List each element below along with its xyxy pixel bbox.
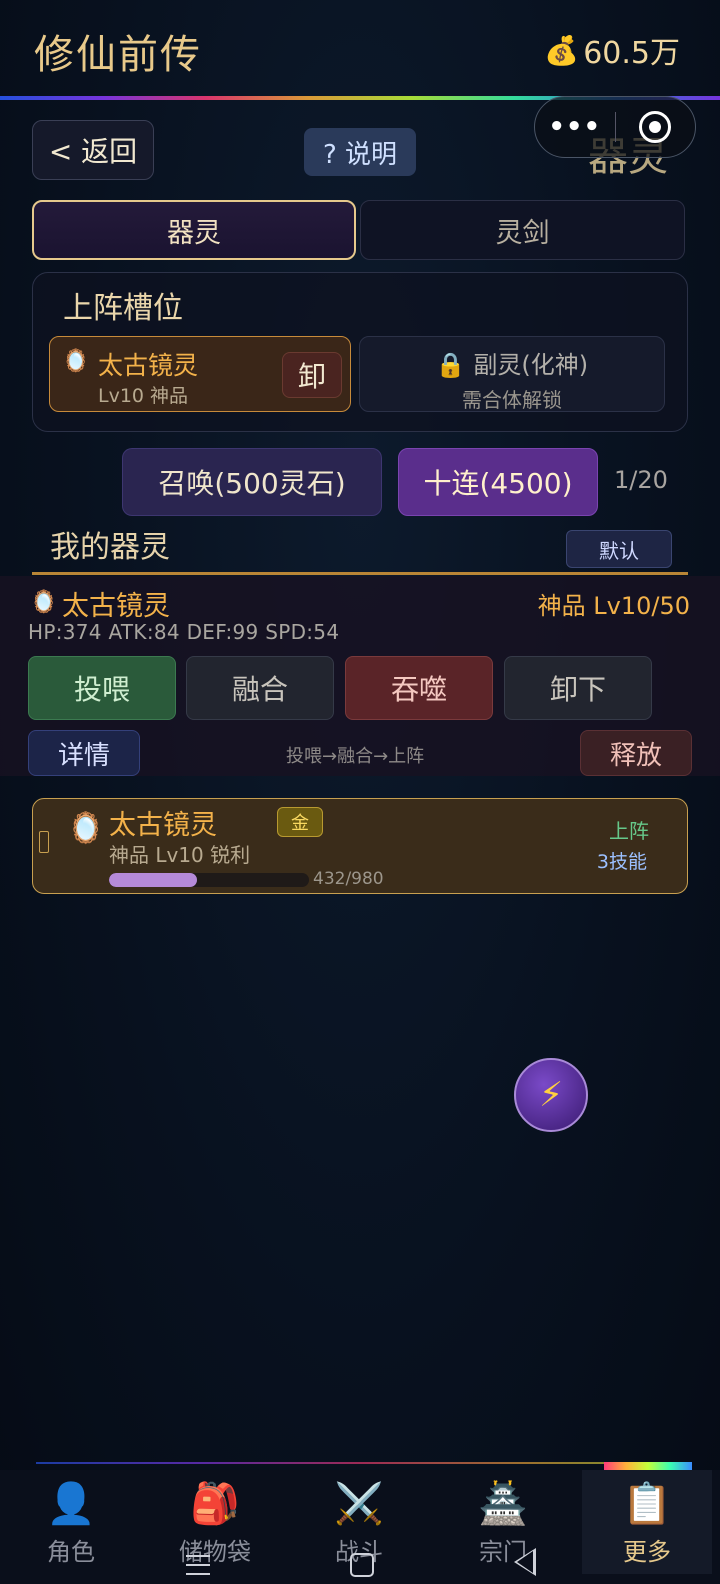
release-button[interactable]: 释放 xyxy=(580,730,692,776)
unequip-spirit-button[interactable]: 卸下 xyxy=(504,656,652,720)
tab-artifact-spirit[interactable]: 器灵 xyxy=(32,200,356,260)
clipboard-icon: 📋 xyxy=(622,1481,672,1527)
close-miniprogram-button[interactable] xyxy=(616,111,696,143)
more-menu-button[interactable]: ••• xyxy=(535,112,615,142)
tabbar-divider xyxy=(36,1462,686,1464)
system-home-icon[interactable] xyxy=(350,1553,374,1577)
feed-button[interactable]: 投喂 xyxy=(28,656,176,720)
rarity-badge: 金 xyxy=(277,807,323,837)
nav-inventory[interactable]: 🎒 储物袋 xyxy=(150,1480,280,1567)
lightning-float-button[interactable]: ⚡ xyxy=(514,1058,588,1132)
miniprogram-capsule: ••• xyxy=(534,96,696,158)
top-bar: 修仙前传 💰 60.5万 xyxy=(0,0,720,100)
slot-spirit-sub: Lv10 神品 xyxy=(98,385,189,407)
summon-button[interactable]: 召唤(500灵石) xyxy=(122,448,382,516)
section-divider xyxy=(32,572,688,575)
mirror-icon: 🪞 xyxy=(62,349,90,374)
nav-label: 更多 xyxy=(623,1538,671,1566)
nav-sect[interactable]: 🏯 宗门 xyxy=(438,1480,568,1567)
back-button[interactable]: < 返回 xyxy=(32,120,154,180)
system-menu-icon[interactable] xyxy=(186,1555,210,1575)
xp-text: 432/980 xyxy=(313,869,384,889)
person-icon: 👤 xyxy=(46,1481,96,1527)
tabbar-accent xyxy=(604,1462,692,1470)
xp-progress-fill xyxy=(109,873,197,887)
locked-slot: 🔒 副灵(化神) 需合体解锁 xyxy=(359,336,665,412)
equip-slots-panel: 上阵槽位 🪞 太古镜灵 Lv10 神品 卸 🔒 副灵(化神) 需合体解锁 xyxy=(32,272,688,432)
lightning-icon: ⚡ xyxy=(539,1075,563,1115)
currency-display: 💰 60.5万 xyxy=(544,28,680,72)
sort-button[interactable]: 默认 xyxy=(566,530,672,568)
lock-icon: 🔒 xyxy=(435,351,466,379)
crossed-swords-icon: ⚔️ xyxy=(334,1481,384,1527)
tab-spirit-sword[interactable]: 灵剑 xyxy=(360,200,685,260)
system-back-icon[interactable] xyxy=(514,1548,536,1576)
equip-status: 上阵 xyxy=(609,819,649,843)
money-bag-icon: 💰 xyxy=(544,33,580,67)
fuse-button[interactable]: 融合 xyxy=(186,656,334,720)
detail-name: 太古镜灵 xyxy=(62,591,170,622)
xp-progress-bar xyxy=(109,873,309,887)
nav-more[interactable]: 📋 更多 xyxy=(582,1470,712,1574)
locked-slot-sub: 需合体解锁 xyxy=(462,388,562,412)
nav-label: 角色 xyxy=(47,1538,95,1566)
spirit-detail-panel: 🪞 太古镜灵 神品 Lv10/50 HP:374 ATK:84 DEF:99 S… xyxy=(0,576,720,776)
slots-title: 上阵槽位 xyxy=(63,291,183,326)
backpack-icon: 🎒 xyxy=(190,1481,240,1527)
slot-spirit-name: 太古镜灵 xyxy=(98,351,199,380)
mirror-icon: 🪞 xyxy=(67,811,105,846)
detail-stats: HP:374 ATK:84 DEF:99 SPD:54 xyxy=(28,620,340,644)
my-spirits-title: 我的器灵 xyxy=(50,530,170,565)
spirit-list-item[interactable]: 🪞 太古镜灵 金 神品 Lv10 锐利 432/980 上阵 3技能 xyxy=(32,798,688,894)
currency-value: 60.5万 xyxy=(583,36,680,71)
pagoda-icon: 🏯 xyxy=(478,1481,528,1527)
app-title: 修仙前传 xyxy=(34,32,202,78)
flow-hint: 投喂→融合→上阵 xyxy=(286,746,425,767)
help-button[interactable]: ? 说明 xyxy=(304,128,416,176)
main-slot[interactable]: 🪞 太古镜灵 Lv10 神品 卸 xyxy=(49,336,351,412)
details-button[interactable]: 详情 xyxy=(28,730,140,776)
target-icon xyxy=(639,111,672,143)
summon-count: 1/20 xyxy=(614,466,668,494)
ten-summon-button[interactable]: 十连(4500) xyxy=(398,448,598,516)
unequip-button[interactable]: 卸 xyxy=(282,352,342,398)
mirror-icon: 🪞 xyxy=(30,590,58,615)
devour-button[interactable]: 吞噬 xyxy=(345,656,493,720)
spirit-sub: 神品 Lv10 锐利 xyxy=(109,843,251,867)
nav-character[interactable]: 👤 角色 xyxy=(6,1480,136,1567)
locked-slot-name: 🔒 副灵(化神) xyxy=(435,351,589,379)
spirit-name: 太古镜灵 xyxy=(109,810,217,841)
skill-count: 3技能 xyxy=(596,851,647,873)
drag-handle-icon[interactable] xyxy=(39,831,49,853)
detail-grade: 神品 Lv10/50 xyxy=(537,592,690,620)
